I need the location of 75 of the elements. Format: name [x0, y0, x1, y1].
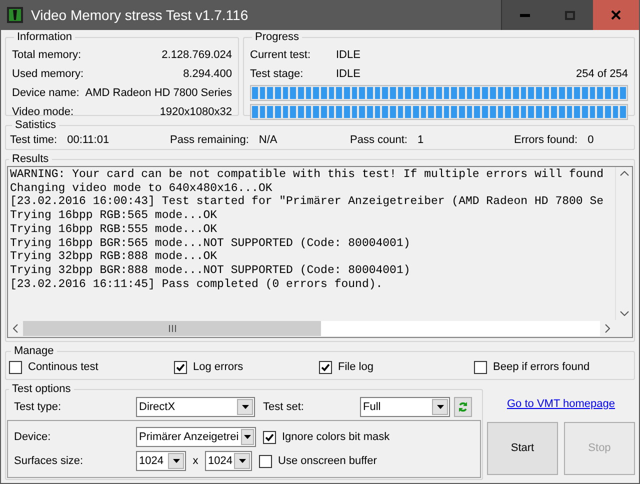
group-title: Information	[16, 30, 74, 44]
minimize-icon	[520, 14, 530, 16]
dropdown[interactable]: DirectX	[136, 397, 255, 417]
test-stage-value: IDLE	[336, 67, 362, 82]
scroll-left-icon	[13, 324, 18, 333]
log-line: Trying 16bpp RGB:565 mode...OK	[10, 209, 218, 223]
scroll-down-icon	[620, 311, 628, 316]
log-line: [23.02.2016 16:00:43] Test started for "Primärer Anzeigetreiber (AMD Radeon HD 7800 Se	[10, 195, 604, 210]
dropdown[interactable]: Primärer Anzeigetrei	[136, 427, 256, 447]
surfaces-size-label: Surfaces size:	[14, 454, 84, 469]
group-title: Results	[11, 152, 50, 166]
dropdown[interactable]: Full	[360, 397, 450, 417]
vertical-scrollbar[interactable]	[615, 167, 632, 320]
checkbox-label: Use onscreen buffer	[278, 454, 377, 469]
checkbox-label: Beep if errors found	[493, 360, 590, 375]
checkbox[interactable]	[259, 454, 272, 468]
checkbox[interactable]	[474, 360, 487, 374]
dropdown[interactable]: 1024	[205, 451, 252, 471]
refresh-button[interactable]	[454, 397, 472, 417]
info-value: 2.128.769.024	[162, 48, 232, 64]
stat-label: Pass remaining:	[170, 132, 249, 148]
current-test-label: Current test:	[250, 48, 312, 64]
info-label: Used memory:	[12, 67, 84, 82]
scroll-up-icon	[620, 171, 628, 176]
stat-value: N/A	[258, 132, 278, 148]
info-label: Total memory:	[12, 48, 82, 64]
stat-value: 0	[588, 132, 594, 148]
grip-icon	[168, 325, 176, 332]
info-value: AMD Radeon HD 7800 Series	[85, 86, 232, 102]
group-title: Satistics	[14, 118, 57, 132]
stat-value: 00:11:01	[67, 132, 110, 148]
test-type-label: Test type:	[14, 400, 62, 415]
dropdown[interactable]: 1024	[136, 451, 186, 471]
log-line: [23.02.2016 16:11:45] Pass completed (0 errors found).	[10, 278, 383, 292]
checkbox-label: Ignore colors bit mask	[282, 430, 390, 445]
times-sign: x	[192, 454, 200, 469]
device-label: Device:	[14, 430, 52, 445]
maximize-icon	[565, 10, 575, 20]
stat-label: Errors found:	[514, 132, 578, 148]
checkbox-label: Log errors	[193, 360, 244, 375]
current-test-value: IDLE	[336, 48, 360, 64]
log-line: Trying 32bpp RGB:888 mode...OK	[10, 250, 218, 264]
test-stage-label: Test stage:	[250, 67, 304, 82]
log-line: Trying 32bpp BGR:888 mode...NOT SUPPORTED (Code: 80004001)	[10, 264, 410, 278]
info-label: Video mode:	[12, 105, 74, 120]
log-line: Trying 16bpp BGR:565 mode...NOT SUPPORTED (Code: 80004001)	[10, 236, 410, 250]
scrollbar-thumb[interactable]	[23, 321, 321, 336]
log-line: Trying 16bpp RGB:555 mode...OK	[10, 222, 218, 237]
stat-label: Pass count:	[350, 132, 408, 148]
close-button[interactable]	[593, 0, 639, 30]
close-icon	[611, 10, 621, 20]
checkbox-label: File log	[338, 360, 374, 375]
checkbox[interactable]	[9, 360, 22, 374]
info-label: Device name:	[12, 86, 80, 102]
homepage-link[interactable]: Go to VMT homepage	[487, 396, 635, 416]
stat-label: Test time:	[10, 132, 58, 148]
group-title: Test options	[11, 382, 72, 396]
log-line: Changing video mode to 640x480x16...OK	[10, 182, 272, 196]
scroll-right-icon	[605, 324, 610, 333]
checkbox[interactable]	[174, 360, 187, 374]
window-title: Video Memory stress Test v1.7.116	[31, 6, 248, 25]
checkbox[interactable]	[319, 360, 332, 374]
stage-count: 254 of 254	[576, 67, 628, 82]
info-value: 1920x1080x32	[160, 105, 232, 120]
group-title: Progress	[254, 30, 300, 44]
log-line: WARNING: Your card can be not compatible with this test! If multiple errors will found	[10, 168, 604, 182]
info-value: 8.294.400	[183, 67, 232, 82]
checkbox-label: Continous test	[28, 360, 98, 375]
test-set-label: Test set:	[263, 400, 305, 415]
checkbox[interactable]	[263, 430, 276, 444]
refresh-icon	[458, 402, 468, 412]
group-title: Manage	[13, 344, 55, 358]
stat-value: 1	[417, 132, 424, 148]
app-icon	[7, 7, 23, 23]
start-button[interactable]: Start	[487, 422, 558, 475]
